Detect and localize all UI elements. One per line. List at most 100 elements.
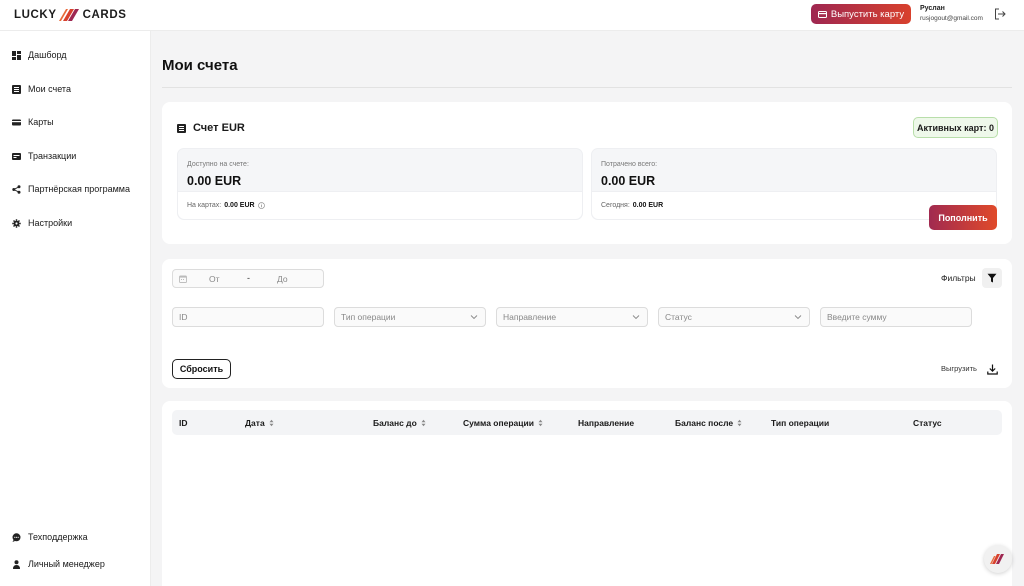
issue-card-button[interactable]: Выпустить карту [811,4,911,24]
available-balance-box: Доступно на счете: 0.00 EUR На картах: 0… [177,148,583,220]
card-icon [817,10,827,18]
calendar-icon [179,275,187,283]
id-input[interactable] [179,308,323,326]
sidebar-item-support[interactable]: Техподдержка [12,530,88,544]
transactions-icon [12,152,21,160]
brand-logo[interactable]: LUCKY CARDS [14,6,127,24]
sidebar-item-label: Транзакции [28,151,77,161]
sidebar-item-label: Техподдержка [28,532,88,542]
operation-type-value: Тип операции [341,312,396,322]
column-header-date[interactable]: Дата [245,418,274,428]
sidebar-item-manager[interactable]: Личный менеджер [12,557,105,571]
amount-input[interactable] [827,308,971,326]
column-label: Сумма операции [463,418,534,428]
filter-button[interactable] [982,268,1002,288]
date-range-picker[interactable]: От - До [172,269,324,288]
logo-cards-icon [58,9,79,21]
filters-label: Фильтры [941,273,976,283]
logo-text-right: CARDS [82,9,127,21]
sidebar-item-settings[interactable]: Настройки [12,216,72,230]
sort-icon[interactable] [269,419,274,427]
on-cards-label: На картах: [187,202,222,209]
available-label: Доступно на счете: [187,161,249,168]
sidebar-item-dashboard[interactable]: Дашборд [12,48,67,62]
account-header: Счет EUR [177,122,245,134]
today-info: Сегодня: 0.00 EUR [601,202,663,209]
sidebar: Дашборд Мои счета Карты Транзакции Партн… [0,31,151,586]
date-separator: - [247,273,250,283]
transactions-table: ID Дата Баланс до Сумма операции Направл… [162,401,1012,586]
title-divider [162,87,1012,88]
account-title: Счет EUR [193,122,245,134]
active-cards-badge: Активных карт: 0 [913,117,998,138]
sidebar-item-transactions[interactable]: Транзакции [12,149,76,163]
filters-card: От - До Фильтры Тип операции Направление… [162,259,1012,388]
sort-icon[interactable] [421,419,426,427]
column-header-direction: Направление [578,418,634,428]
sidebar-item-label: Личный менеджер [28,559,105,569]
info-icon[interactable] [257,202,265,209]
issue-card-label: Выпустить карту [830,8,905,20]
user-email: rusjogout@gmail.com [920,15,983,22]
chevron-down-icon [632,315,640,320]
floating-chat-button[interactable] [984,545,1012,573]
card-icon [12,119,21,125]
column-header-amount[interactable]: Сумма операции [463,418,543,428]
column-label: Дата [245,418,265,428]
sort-icon[interactable] [737,419,742,427]
export-label: Выгрузить [941,364,977,373]
sidebar-item-cards[interactable]: Карты [12,115,54,129]
share-icon [12,184,21,194]
sidebar-item-label: Карты [28,117,54,127]
topup-button[interactable]: Пополнить [929,205,997,230]
logo-text-left: LUCKY [14,9,57,21]
date-to-input[interactable]: До [277,274,288,284]
sidebar-item-accounts[interactable]: Мои счета [12,82,71,96]
spent-label: Потрачено всего: [601,161,658,168]
sidebar-item-partner[interactable]: Партнёрская программа [12,182,130,196]
chat-icon [12,532,21,542]
user-name: Руслан [920,5,945,12]
reset-button[interactable]: Сбросить [172,359,231,379]
person-icon [13,559,20,569]
direction-value: Направление [503,312,557,322]
brand-mark-icon [990,554,1004,564]
column-header-balance-before[interactable]: Баланс до [373,418,426,428]
table-header: ID Дата Баланс до Сумма операции Направл… [172,410,1002,435]
chevron-down-icon [794,315,802,320]
logout-icon[interactable] [994,8,1006,20]
today-label: Сегодня: [601,202,630,209]
sort-icon[interactable] [538,419,543,427]
available-value: 0.00 EUR [187,174,242,188]
column-label: Баланс до [373,418,417,428]
sidebar-item-label: Мои счета [28,84,71,94]
spent-value: 0.00 EUR [601,174,656,188]
sidebar-item-label: Дашборд [28,50,67,60]
funnel-icon [987,273,997,283]
status-value: Статус [665,312,692,322]
sidebar-item-label: Настройки [28,218,73,228]
page-title: Мои счета [162,57,238,74]
top-header: LUCKY CARDS Выпустить карту Руслан rusjo… [0,0,1024,31]
download-icon [986,364,998,375]
status-select[interactable]: Статус [658,307,810,327]
on-cards-value: 0.00 EUR [224,202,255,209]
export-button[interactable] [982,359,1002,379]
dashboard-icon [12,50,21,60]
date-from-input[interactable]: От [209,274,220,284]
id-field[interactable] [172,307,324,327]
column-label: Баланс после [675,418,734,428]
column-header-status: Статус [913,418,942,428]
column-label: Направление [578,418,635,428]
on-cards-row: На картах: 0.00 EUR [178,191,582,219]
column-label: Тип операции [771,418,830,428]
column-label: Статус [913,418,942,428]
column-header-balance-after[interactable]: Баланс после [675,418,742,428]
accounts-icon [177,123,186,133]
chevron-down-icon [470,315,478,320]
operation-type-select[interactable]: Тип операции [334,307,486,327]
today-value: 0.00 EUR [632,202,664,209]
amount-field[interactable] [820,307,972,327]
on-cards-info: На картах: 0.00 EUR [187,202,265,209]
direction-select[interactable]: Направление [496,307,648,327]
